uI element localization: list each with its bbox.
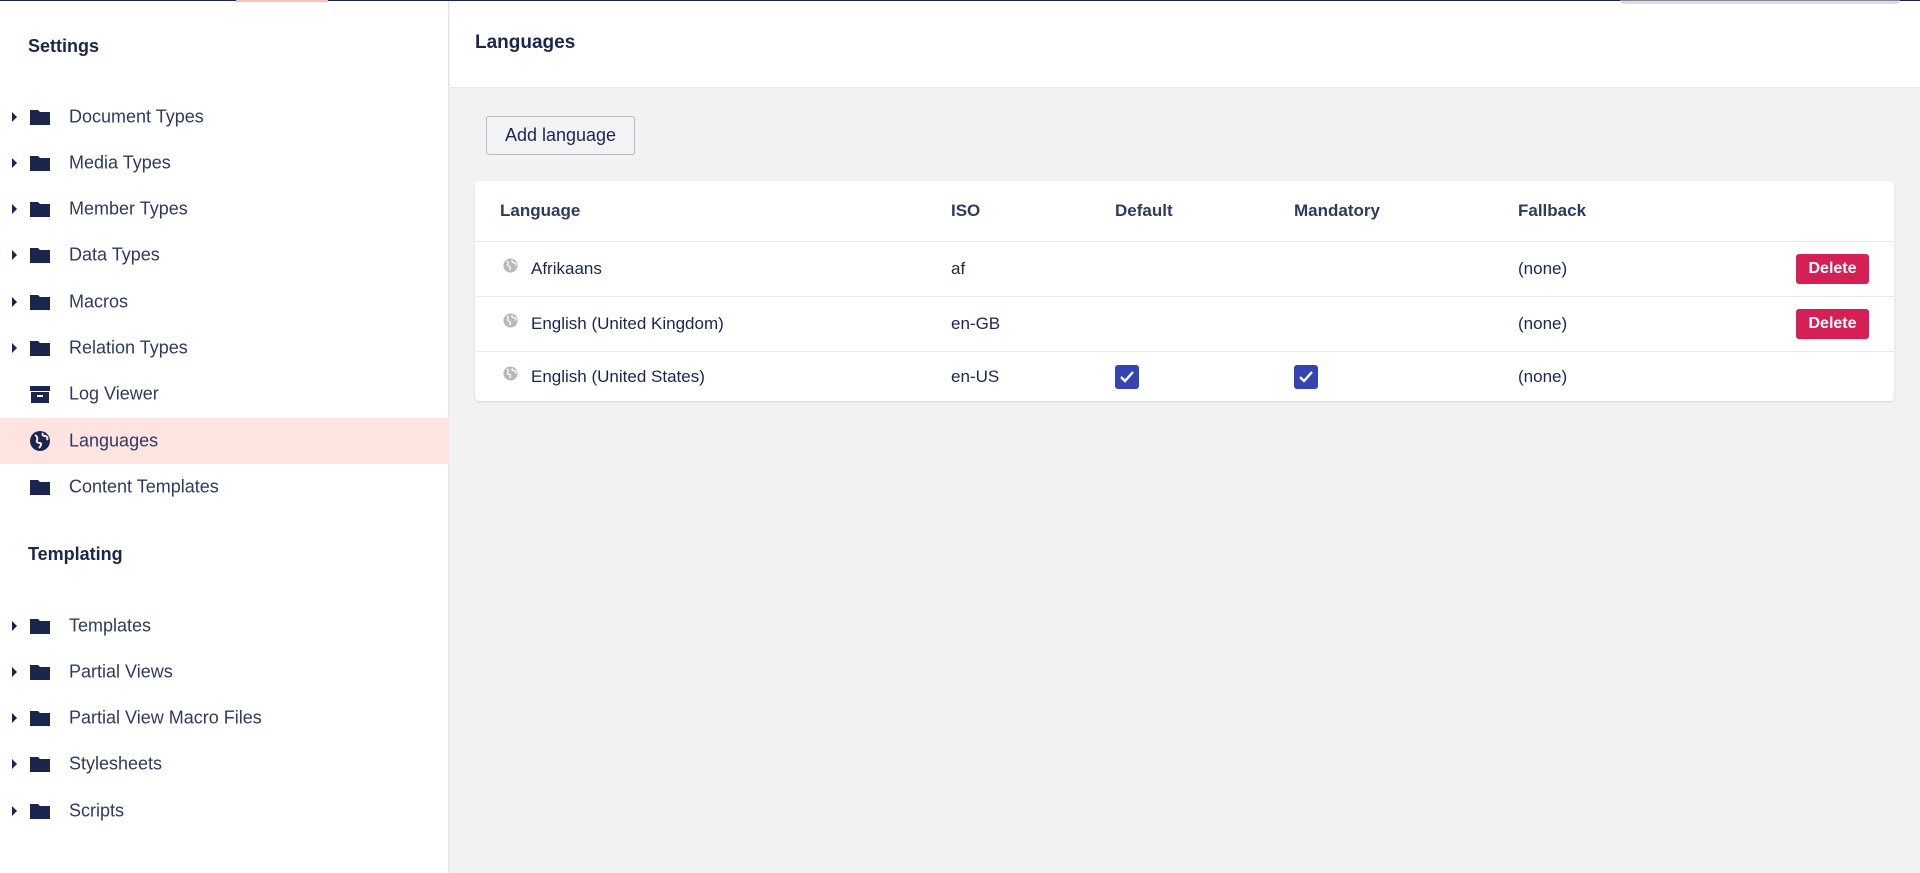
sidebar-item-label: Log Viewer [69, 383, 159, 404]
folder-icon [30, 202, 50, 217]
caret-right-icon[interactable] [12, 621, 17, 631]
sidebar-item-label: Partial Views [69, 661, 173, 682]
language-fallback: (none) [1518, 314, 1568, 333]
sidebar: Settings Document Types Media Types Memb… [0, 0, 449, 873]
table-row[interactable]: English (United States) en-US (none) [475, 352, 1894, 401]
language-name[interactable]: English (United States) [531, 367, 705, 387]
sidebar-item-macros[interactable]: Macros [0, 279, 449, 325]
folder-icon [30, 757, 50, 772]
sidebar-item-label: Document Types [69, 106, 204, 127]
sidebar-section-templating: Templating [28, 544, 123, 564]
sidebar-section-settings: Settings [28, 36, 100, 56]
sidebar-item-partial-views[interactable]: Partial Views [0, 649, 449, 695]
globe-icon [503, 313, 518, 328]
sidebar-item-label: Member Types [69, 198, 188, 219]
sidebar-item-label: Data Types [69, 244, 160, 265]
sidebar-item-data-types[interactable]: Data Types [0, 232, 449, 278]
check-icon [1120, 370, 1134, 383]
folder-icon [30, 295, 50, 310]
folder-icon [30, 619, 50, 634]
caret-right-icon[interactable] [12, 343, 17, 353]
sidebar-item-label: Content Templates [69, 476, 219, 497]
globe-icon [503, 365, 518, 381]
folder-icon [30, 156, 50, 171]
default-checkbox[interactable] [1115, 364, 1139, 389]
languages-table: Language ISO Default Mandatory Fallback … [475, 181, 1894, 401]
folder-icon [30, 341, 50, 356]
sidebar-item-media-types[interactable]: Media Types [0, 140, 449, 186]
folder-icon [30, 665, 50, 680]
caret-right-icon[interactable] [12, 806, 17, 816]
sidebar-item-label: Languages [69, 430, 159, 451]
sidebar-item-label: Media Types [69, 152, 171, 173]
editor-header: Languages [450, 0, 1920, 88]
add-language-button[interactable]: Add language [486, 116, 635, 155]
sidebar-item-label: Stylesheets [69, 753, 163, 774]
caret-right-icon[interactable] [12, 713, 17, 723]
table-header-row: Language ISO Default Mandatory Fallback [475, 181, 1894, 242]
top-dropdown-shadow [1620, 0, 1900, 4]
sidebar-item-log-viewer[interactable]: Log Viewer [0, 371, 449, 417]
sidebar-item-label: Relation Types [69, 337, 188, 358]
sidebar-item-scripts[interactable]: Scripts [0, 788, 449, 834]
table-row[interactable]: Afrikaans af (none) Delete [475, 242, 1894, 297]
globe-icon [30, 431, 50, 451]
caret-right-icon[interactable] [12, 158, 17, 168]
sidebar-item-templates[interactable]: Templates [0, 603, 449, 649]
sidebar-item-member-types[interactable]: Member Types [0, 186, 449, 232]
language-name[interactable]: English (United Kingdom) [531, 314, 724, 334]
folder-icon [30, 480, 50, 495]
column-header-fallback: Fallback [1518, 201, 1587, 220]
caret-right-icon[interactable] [12, 112, 17, 122]
caret-right-icon[interactable] [12, 667, 17, 677]
language-iso: en-GB [951, 314, 1001, 333]
sidebar-item-label: Scripts [69, 800, 125, 821]
archive-icon [30, 386, 50, 403]
mandatory-checkbox[interactable] [1294, 364, 1318, 389]
delete-button[interactable]: Delete [1796, 309, 1869, 339]
page-title: Languages [475, 32, 576, 53]
check-icon [1299, 370, 1313, 383]
table-row[interactable]: English (United Kingdom) en-GB (none) De… [475, 297, 1894, 352]
folder-icon [30, 110, 50, 125]
top-accent [236, 0, 328, 2]
column-header-language: Language [500, 201, 581, 220]
language-fallback: (none) [1518, 259, 1568, 278]
caret-right-icon[interactable] [12, 204, 17, 214]
sidebar-item-content-templates[interactable]: Content Templates [0, 464, 449, 510]
column-header-default: Default [1115, 201, 1173, 220]
sidebar-item-languages[interactable]: Languages [0, 418, 449, 464]
sidebar-item-stylesheets[interactable]: Stylesheets [0, 741, 449, 787]
caret-right-icon[interactable] [12, 759, 17, 769]
column-header-iso: ISO [951, 201, 981, 220]
sidebar-item-label: Templates [69, 615, 152, 636]
language-fallback: (none) [1518, 366, 1568, 386]
caret-right-icon[interactable] [12, 250, 17, 260]
sidebar-item-relation-types[interactable]: Relation Types [0, 325, 449, 371]
delete-button[interactable]: Delete [1796, 254, 1869, 284]
sidebar-item-document-types[interactable]: Document Types [0, 94, 449, 140]
column-header-mandatory: Mandatory [1294, 201, 1380, 220]
folder-icon [30, 711, 50, 726]
globe-icon [503, 258, 518, 273]
sidebar-item-label: Partial View Macro Files [69, 707, 262, 728]
folder-icon [30, 804, 50, 819]
language-name[interactable]: Afrikaans [531, 259, 602, 279]
sidebar-item-label: Macros [69, 291, 129, 312]
language-iso: en-US [951, 366, 1000, 386]
folder-icon [30, 248, 50, 263]
sidebar-item-partial-view-macro-files[interactable]: Partial View Macro Files [0, 695, 449, 741]
language-iso: af [951, 259, 966, 278]
caret-right-icon[interactable] [12, 297, 17, 307]
